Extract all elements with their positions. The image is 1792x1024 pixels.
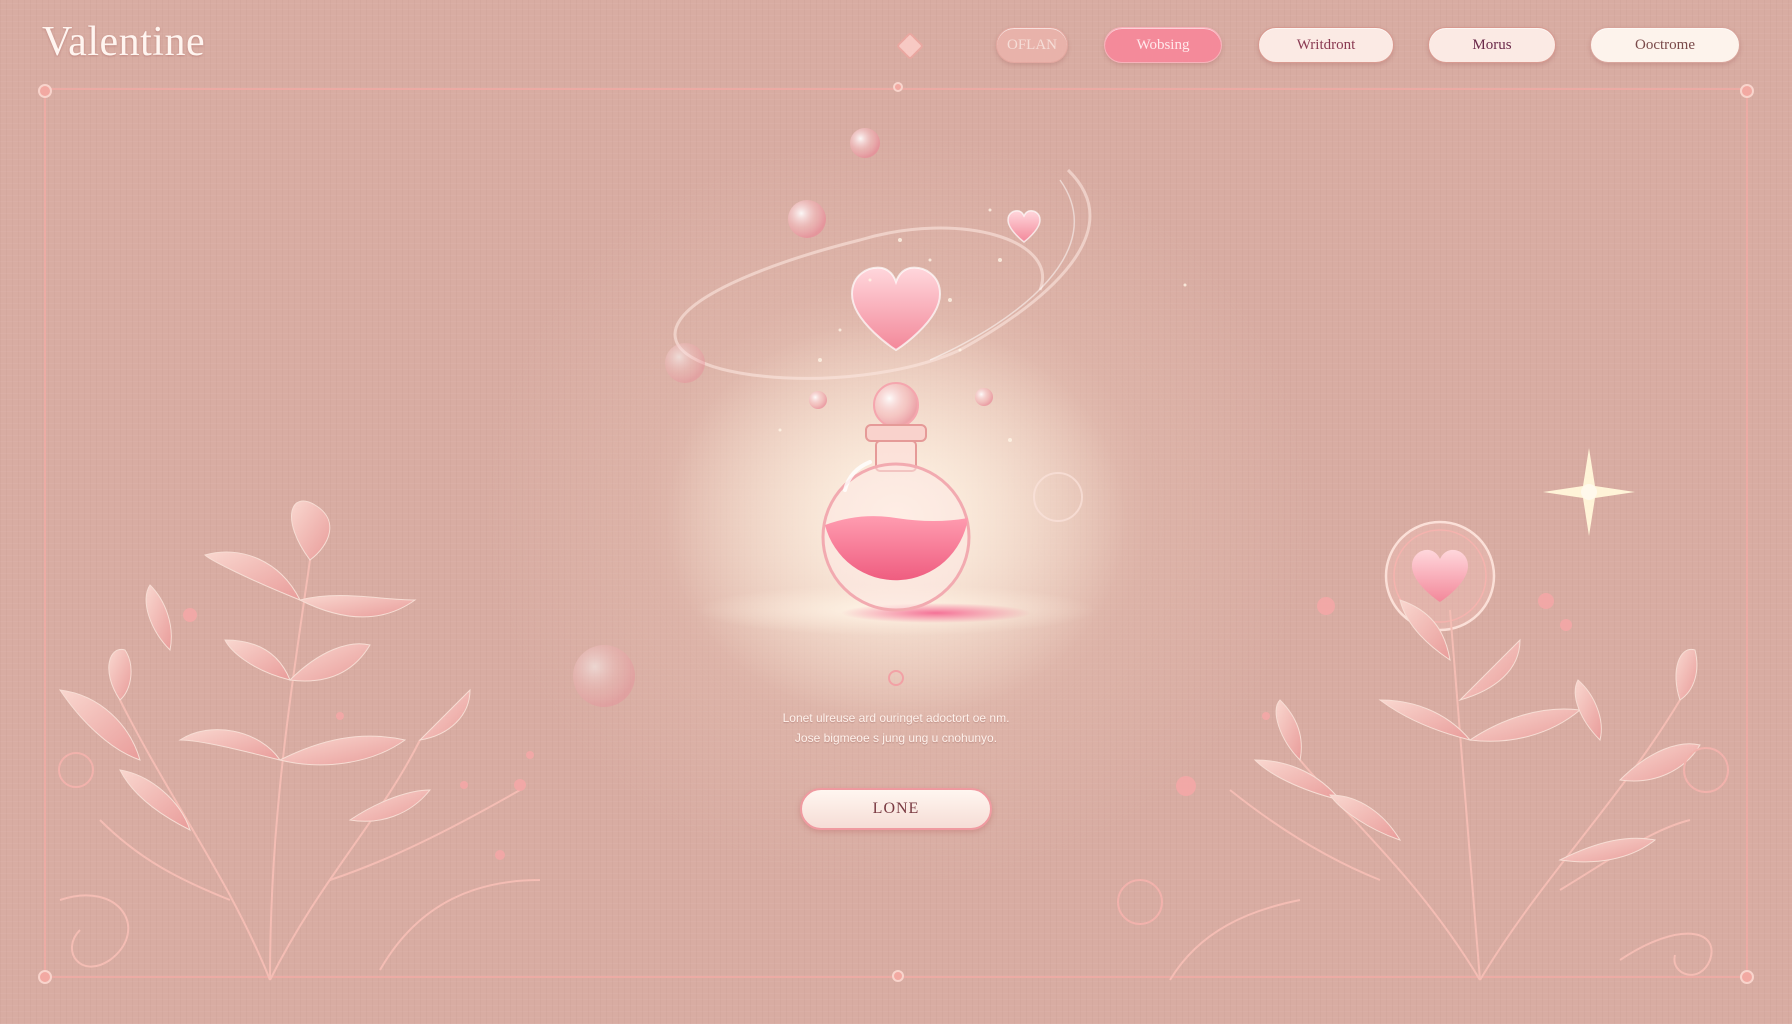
primary-cta-button[interactable]: LONE [800, 788, 992, 830]
nav-button-1[interactable]: OFLAN [996, 27, 1068, 63]
nav-button-3[interactable]: Writdront [1258, 27, 1394, 63]
description-line-2: Jose bigmeoe s jung ung u cnohunyo. [794, 731, 998, 745]
content-frame [44, 88, 1748, 978]
frame-corner-ornament [1740, 970, 1754, 984]
nav-button-5[interactable]: Ooctrome [1590, 27, 1740, 63]
nav-button-4[interactable]: Morus [1428, 27, 1556, 63]
frame-corner-ornament [38, 970, 52, 984]
frame-bottom-ornament [892, 970, 904, 982]
hero-description: Lonet ulreuse ard ouringet adoctort oe n… [700, 708, 1092, 748]
frame-top-ornament [893, 82, 903, 92]
frame-corner-ornament [38, 84, 52, 98]
description-line-1: Lonet ulreuse ard ouringet adoctort oe n… [782, 711, 1010, 725]
frame-corner-ornament [1740, 84, 1754, 98]
nav-button-2[interactable]: Wobsing [1104, 27, 1222, 63]
gem-ornament-icon [895, 31, 925, 61]
brand-logo[interactable]: Valentine [42, 18, 205, 66]
top-navigation-bar: Valentine OFLAN Wobsing Writdront Morus … [0, 0, 1792, 88]
